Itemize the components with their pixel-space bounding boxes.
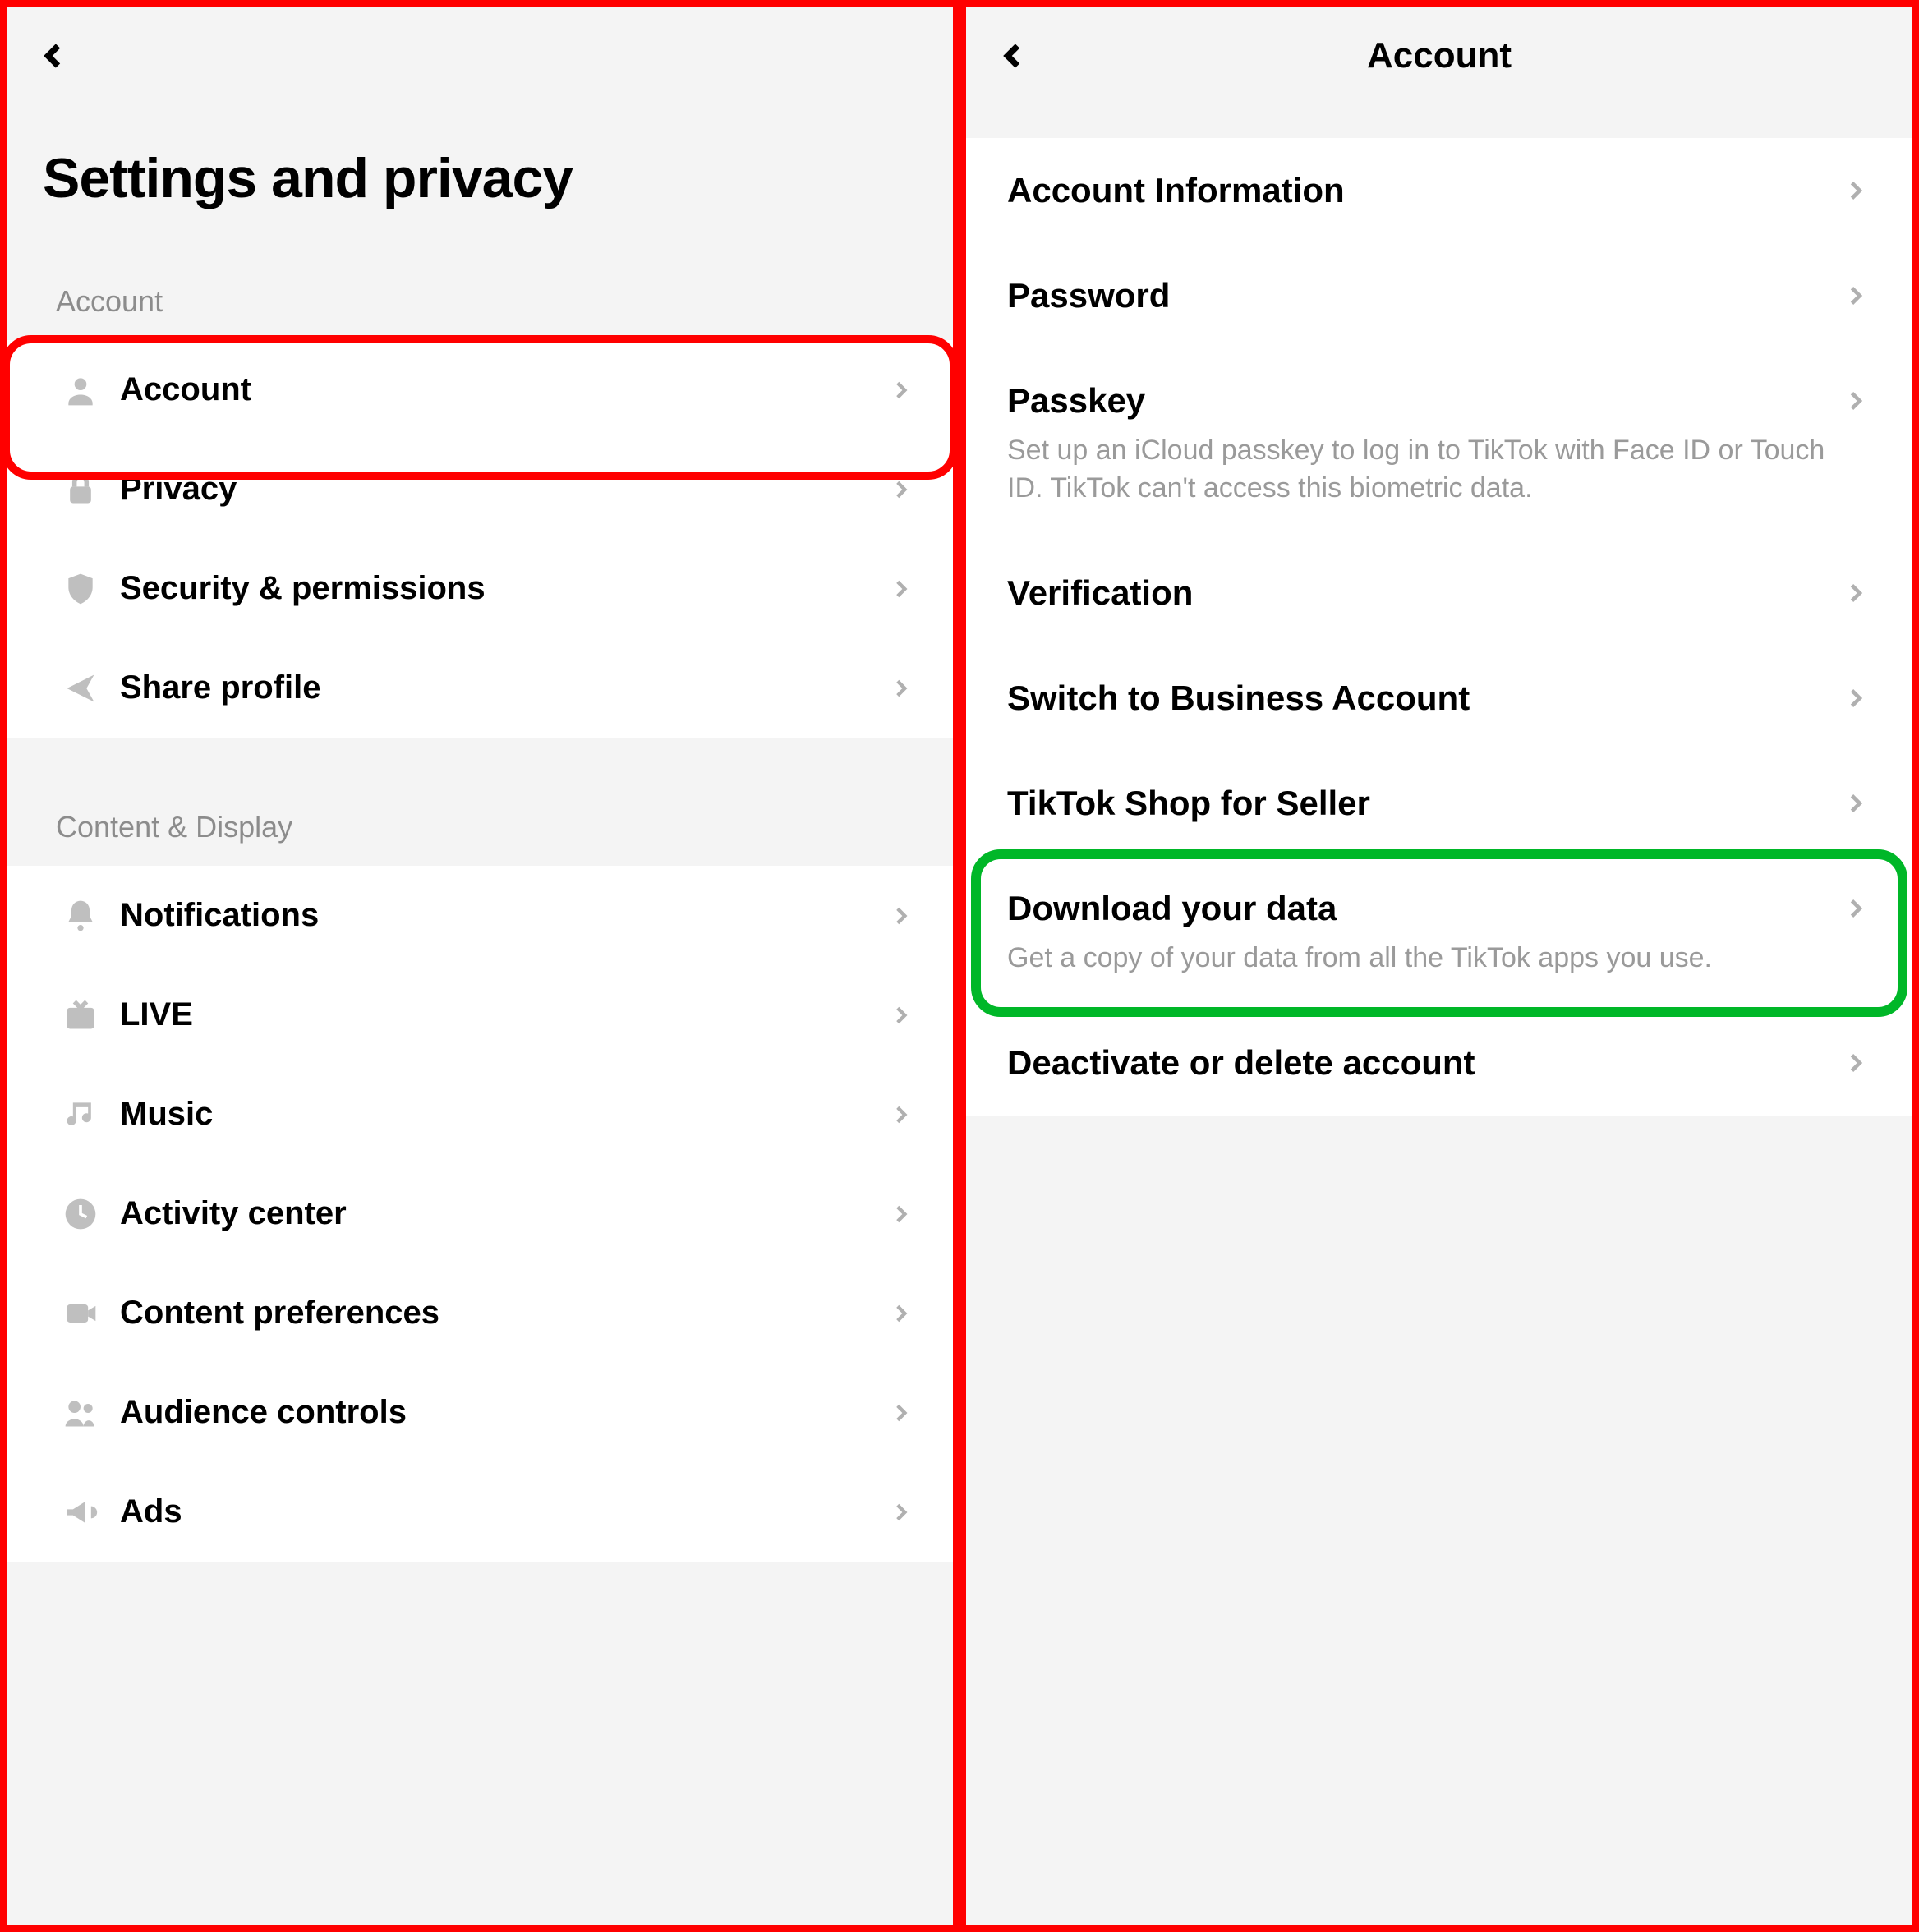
row-audience-controls[interactable]: Audience controls <box>7 1363 953 1462</box>
page-title: Settings and privacy <box>7 105 953 260</box>
row-download-your-data[interactable]: Download your data Get a copy of your da… <box>966 856 1912 1010</box>
row-content-preferences[interactable]: Content preferences <box>7 1263 953 1363</box>
camera-icon <box>56 1295 105 1332</box>
row-share-profile[interactable]: Share profile <box>7 638 953 738</box>
section-account-list: Account Privacy Security & permissions <box>7 340 953 738</box>
row-subtitle: Set up an iCloud passkey to log in to Ti… <box>1007 421 1828 508</box>
row-security[interactable]: Security & permissions <box>7 539 953 638</box>
lock-icon <box>56 472 105 508</box>
shield-icon <box>56 571 105 607</box>
row-label: Share profile <box>120 669 884 706</box>
chevron-right-icon <box>1838 897 1871 920</box>
chevron-right-icon <box>1838 389 1871 412</box>
row-label: TikTok Shop for Seller <box>1007 784 1838 823</box>
chevron-right-icon <box>1838 179 1871 202</box>
bell-icon <box>56 898 105 934</box>
row-label: Account <box>120 371 884 408</box>
row-label: Account Information <box>1007 171 1838 210</box>
chevron-right-icon <box>884 1303 917 1324</box>
row-label: Verification <box>1007 573 1838 613</box>
chevron-right-icon <box>1838 687 1871 710</box>
chevron-right-icon <box>884 1104 917 1125</box>
row-account-information[interactable]: Account Information <box>966 138 1912 243</box>
row-music[interactable]: Music <box>7 1065 953 1164</box>
chevron-right-icon <box>884 678 917 699</box>
chevron-right-icon <box>1838 1051 1871 1074</box>
header <box>7 7 953 105</box>
row-label: Passkey <box>1007 381 1838 421</box>
row-label: Password <box>1007 276 1838 315</box>
chevron-right-icon <box>884 578 917 600</box>
row-label: Privacy <box>120 471 884 508</box>
megaphone-icon <box>56 1494 105 1530</box>
chevron-right-icon <box>884 1005 917 1026</box>
chevron-right-icon <box>884 905 917 927</box>
row-passkey[interactable]: Passkey Set up an iCloud passkey to log … <box>966 348 1912 540</box>
person-icon <box>56 372 105 408</box>
row-password[interactable]: Password <box>966 243 1912 348</box>
row-deactivate-delete[interactable]: Deactivate or delete account <box>966 1010 1912 1116</box>
back-button[interactable] <box>989 31 1038 80</box>
row-activity-center[interactable]: Activity center <box>7 1164 953 1263</box>
row-label: Music <box>120 1096 884 1133</box>
row-privacy[interactable]: Privacy <box>7 439 953 539</box>
tv-icon <box>56 997 105 1033</box>
chevron-right-icon <box>884 479 917 500</box>
back-button[interactable] <box>30 31 79 80</box>
people-icon <box>56 1395 105 1431</box>
chevron-right-icon <box>1838 792 1871 815</box>
settings-pane: Settings and privacy Account Account Pri… <box>0 0 960 1932</box>
row-label: Content preferences <box>120 1295 884 1332</box>
row-switch-business[interactable]: Switch to Business Account <box>966 646 1912 751</box>
page-title: Account <box>966 35 1912 76</box>
account-pane: Account Account Information Password <box>960 0 1919 1932</box>
chevron-right-icon <box>1838 582 1871 605</box>
row-label: Switch to Business Account <box>1007 678 1838 718</box>
account-list: Account Information Password Passkey <box>966 138 1912 1116</box>
row-account[interactable]: Account <box>7 340 953 439</box>
chevron-left-icon <box>999 41 1029 71</box>
row-label: Audience controls <box>120 1394 884 1431</box>
section-label-account: Account <box>7 260 953 340</box>
row-live[interactable]: LIVE <box>7 965 953 1065</box>
row-ads[interactable]: Ads <box>7 1462 953 1562</box>
row-label: Notifications <box>120 897 884 934</box>
row-label: Download your data <box>1007 889 1838 928</box>
share-icon <box>56 670 105 706</box>
row-label: LIVE <box>120 996 884 1033</box>
chevron-right-icon <box>884 1402 917 1424</box>
section-label-content-display: Content & Display <box>7 785 953 866</box>
chevron-left-icon <box>39 41 69 71</box>
chevron-right-icon <box>884 380 917 401</box>
row-tiktok-shop-seller[interactable]: TikTok Shop for Seller <box>966 751 1912 856</box>
header: Account <box>966 7 1912 105</box>
row-verification[interactable]: Verification <box>966 540 1912 646</box>
music-icon <box>56 1097 105 1133</box>
row-notifications[interactable]: Notifications <box>7 866 953 965</box>
row-subtitle: Get a copy of your data from all the Tik… <box>1007 928 1828 978</box>
row-label: Ads <box>120 1493 884 1530</box>
row-label: Deactivate or delete account <box>1007 1043 1838 1083</box>
clock-icon <box>56 1196 105 1232</box>
chevron-right-icon <box>884 1203 917 1225</box>
chevron-right-icon <box>1838 284 1871 307</box>
row-label: Security & permissions <box>120 570 884 607</box>
chevron-right-icon <box>884 1502 917 1523</box>
row-label: Activity center <box>120 1195 884 1232</box>
section-content-list: Notifications LIVE Music <box>7 866 953 1562</box>
